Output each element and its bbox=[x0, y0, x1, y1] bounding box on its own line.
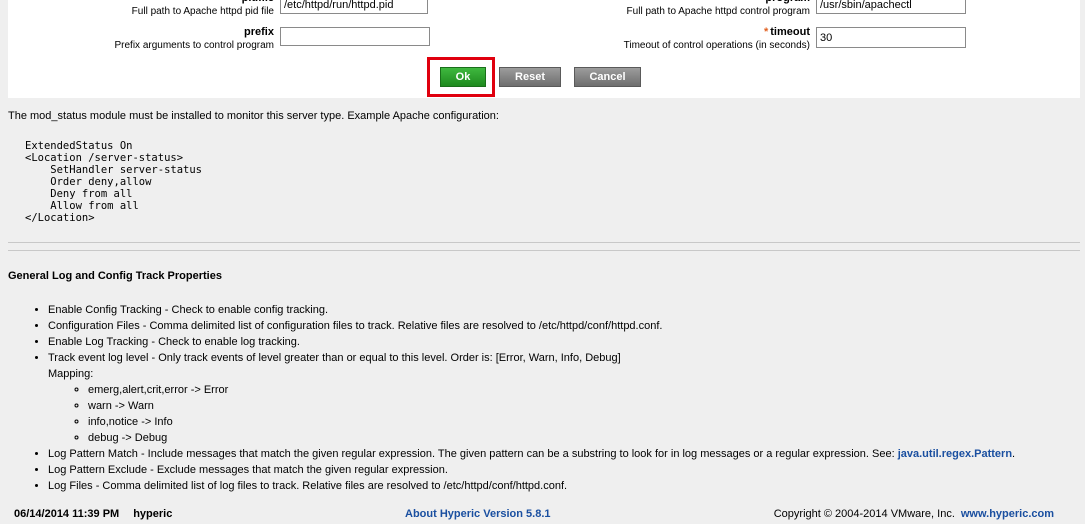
divider bbox=[8, 250, 1080, 251]
about-link[interactable]: About Hyperic Version 5.8.1 bbox=[405, 508, 551, 520]
mapping-item: debug -> Debug bbox=[88, 430, 1078, 446]
program-label: *program Full path to Apache httpd contr… bbox=[536, 0, 810, 18]
apache-config-example: ExtendedStatus On <Location /server-stat… bbox=[25, 140, 203, 224]
list-item: Enable Config Tracking - Check to enable… bbox=[48, 302, 1078, 318]
mapping-item: warn -> Warn bbox=[88, 398, 1078, 414]
timeout-input[interactable] bbox=[816, 27, 966, 48]
list-item: Log Pattern Match - Include messages tha… bbox=[48, 446, 1078, 462]
timeout-label: * timeout Timeout of control operations (… bbox=[536, 26, 810, 52]
footer-datetime-user: 06/14/2014 11:39 PM hyperic bbox=[14, 508, 172, 520]
program-input[interactable] bbox=[816, 0, 966, 14]
cancel-button[interactable]: Cancel bbox=[574, 67, 641, 87]
properties-list: Enable Config Tracking - Check to enable… bbox=[8, 302, 1078, 494]
list-item: Enable Log Tracking - Check to enable lo… bbox=[48, 334, 1078, 350]
regex-pattern-link[interactable]: java.util.regex.Pattern bbox=[898, 448, 1012, 460]
required-star: * bbox=[763, 26, 769, 38]
prefix-label: prefix Prefix arguments to control progr… bbox=[0, 26, 274, 52]
mod-status-note: The mod_status module must be installed … bbox=[8, 110, 499, 122]
footer-user: hyperic bbox=[133, 508, 173, 520]
prefix-desc: Prefix arguments to control program bbox=[114, 40, 274, 51]
divider bbox=[8, 242, 1080, 243]
list-item: Configuration Files - Comma delimited li… bbox=[48, 318, 1078, 334]
reset-button[interactable]: Reset bbox=[499, 67, 561, 87]
pidfile-input[interactable] bbox=[280, 0, 428, 14]
prefix-input[interactable] bbox=[280, 27, 430, 46]
timeout-desc: Timeout of control operations (in second… bbox=[623, 40, 810, 51]
mapping-item: info,notice -> Info bbox=[88, 414, 1078, 430]
section-title: General Log and Config Track Properties bbox=[8, 270, 222, 282]
footer-copyright: Copyright © 2004-2014 VMware, Inc. www.hy… bbox=[773, 508, 1054, 520]
pidfile-desc: Full path to Apache httpd pid file bbox=[131, 6, 274, 17]
list-item: Log Files - Comma delimited list of log … bbox=[48, 478, 1078, 494]
list-item: Log Pattern Exclude - Exclude messages t… bbox=[48, 462, 1078, 478]
site-link[interactable]: www.hyperic.com bbox=[961, 508, 1054, 520]
mapping-label: Mapping: bbox=[48, 368, 94, 380]
required-star: * bbox=[759, 0, 763, 4]
mapping-item: emerg,alert,crit,error -> Error bbox=[88, 382, 1078, 398]
pidfile-label: *pidfile Full path to Apache httpd pid f… bbox=[0, 0, 274, 18]
program-desc: Full path to Apache httpd control progra… bbox=[626, 6, 810, 17]
footer-datetime: 06/14/2014 11:39 PM bbox=[14, 508, 120, 520]
required-star: * bbox=[235, 0, 239, 4]
list-item: Track event log level - Only track event… bbox=[48, 350, 1078, 446]
ok-button-highlight bbox=[427, 57, 495, 97]
